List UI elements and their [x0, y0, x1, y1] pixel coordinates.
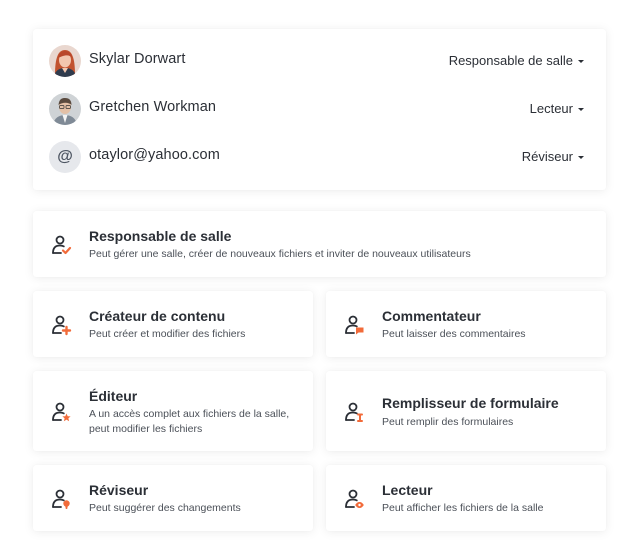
role-dropdown[interactable]: Lecteur — [530, 101, 584, 116]
chevron-down-icon — [578, 155, 584, 159]
role-description: Peut créer et modifier des fichiers — [89, 328, 246, 340]
at-sign-icon: @ — [49, 141, 81, 173]
role-description: A un accès complet aux fichiers de la sa… — [89, 408, 290, 435]
role-title: Remplisseur de formulaire — [382, 395, 559, 411]
member-row[interactable]: Gretchen Workman Lecteur — [33, 85, 606, 133]
role-option-viewer[interactable]: Lecteur Peut afficher les fichiers de la… — [326, 465, 606, 531]
role-description: Peut afficher les fichiers de la salle — [382, 502, 544, 514]
member-row[interactable]: @ otaylor@yahoo.com Réviseur — [33, 133, 606, 181]
role-title: Éditeur — [89, 388, 138, 404]
role-option-content-creator[interactable]: Créateur de contenu Peut créer et modifi… — [33, 291, 313, 357]
role-option-reviewer[interactable]: Réviseur Peut suggérer des changements — [33, 465, 313, 531]
user-form-icon — [345, 402, 363, 422]
user-plus-icon — [52, 315, 72, 336]
role-description: Peut remplir des formulaires — [382, 416, 514, 428]
user-review-icon — [52, 489, 70, 509]
user-comment-icon — [345, 315, 364, 335]
role-dropdown[interactable]: Réviseur — [522, 149, 584, 164]
role-dropdown-label: Réviseur — [521, 149, 573, 164]
member-email: otaylor@yahoo.com — [89, 147, 220, 163]
role-description: Peut suggérer des changements — [89, 502, 241, 514]
role-title: Réviseur — [89, 482, 149, 498]
role-title: Commentateur — [382, 308, 481, 324]
role-title: Lecteur — [382, 482, 433, 498]
role-option-room-manager[interactable]: Responsable de salle Peut gérer une sall… — [33, 211, 606, 277]
member-row[interactable]: Skylar Dorwart Responsable de salle — [33, 37, 606, 85]
role-option-form-filler[interactable]: Remplisseur de formulaire Peut remplir d… — [326, 371, 606, 451]
role-option-editor[interactable]: Éditeur A un accès complet aux fichiers … — [33, 371, 313, 451]
role-dropdown-label: Responsable de salle — [448, 53, 573, 68]
user-check-icon — [52, 235, 72, 255]
role-dropdown-label: Lecteur — [529, 101, 573, 116]
members-list: Skylar Dorwart Responsable de salle Gret… — [33, 29, 606, 190]
member-name: Gretchen Workman — [89, 99, 217, 115]
role-title: Créateur de contenu — [89, 308, 226, 324]
role-description: Peut gérer une salle, créer de nouveaux … — [89, 248, 471, 260]
user-star-icon — [52, 402, 71, 422]
role-option-commenter[interactable]: Commentateur Peut laisser des commentair… — [326, 291, 606, 357]
member-name: Skylar Dorwart — [89, 51, 186, 67]
avatar — [49, 45, 81, 77]
user-eye-icon — [345, 489, 364, 508]
role-dropdown[interactable]: Responsable de salle — [449, 53, 584, 68]
role-title: Responsable de salle — [89, 228, 232, 244]
at-sign-glyph: @ — [57, 147, 73, 165]
avatar — [49, 93, 81, 125]
role-description: Peut laisser des commentaires — [382, 328, 526, 340]
chevron-down-icon — [578, 107, 584, 111]
chevron-down-icon — [578, 59, 584, 63]
